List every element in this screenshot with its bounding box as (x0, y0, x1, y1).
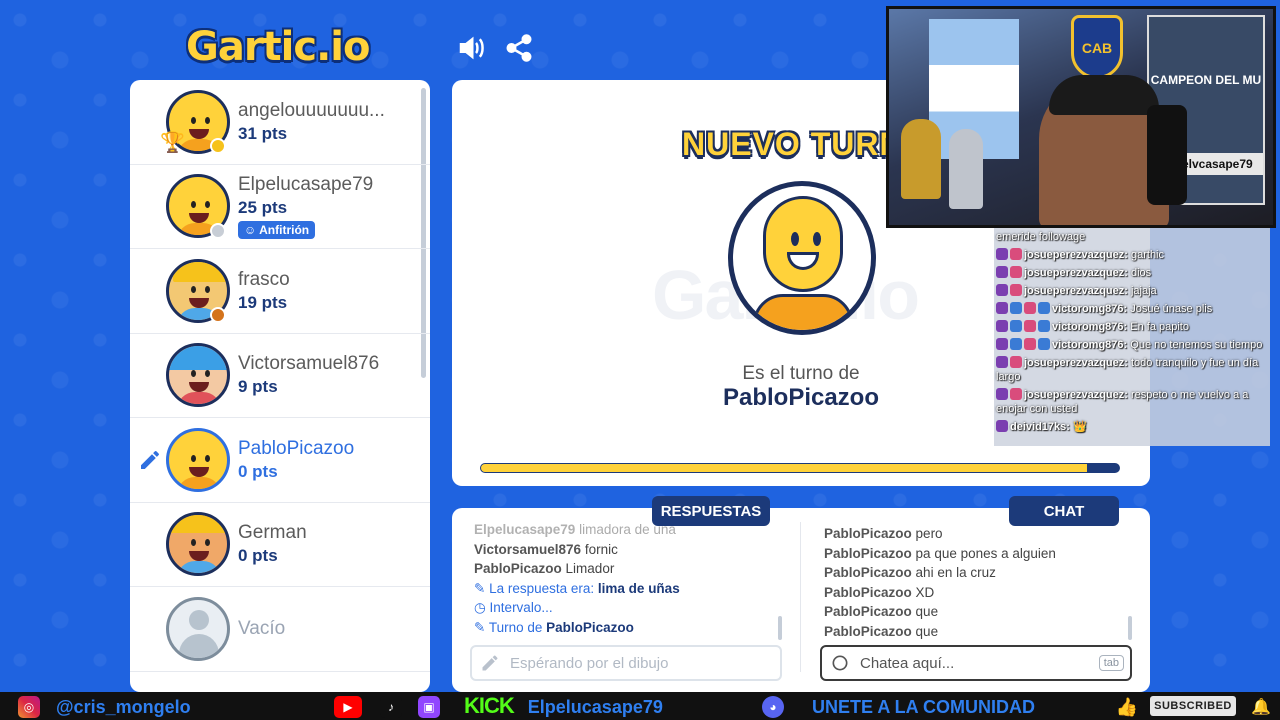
player-row[interactable]: Elpelucasape79 25 pts ☺ Anfitrión (130, 165, 430, 249)
player-row[interactable]: Victorsamuel876 9 pts (130, 334, 430, 418)
share-icon[interactable] (504, 33, 534, 63)
webcam-overlay: CAB CAMPEON DEL MU El Pelvcasape79 (886, 6, 1276, 228)
player-name: German (238, 522, 307, 544)
kick-username: Elpelucasape79 (527, 697, 663, 717)
status-dot (210, 222, 226, 239)
stream-chat-line: josueperezvazquez: respeto o me vuelvo a… (996, 388, 1249, 415)
stream-chat-line: josueperezvazquez: dios (994, 264, 1270, 282)
system-message: ✎ Turno de PabloPicazoo (474, 619, 634, 635)
answers-list: Elpelucasape79 limadora de uña Victorsam… (474, 520, 784, 638)
stream-chat-line: victoromg876: Josué únase plis (994, 300, 1270, 318)
answer-input[interactable]: Espérando por el dibujo (470, 645, 782, 681)
clock-icon: ◷ (474, 600, 486, 616)
host-badge: ☺ Anfitrión (238, 220, 316, 239)
system-message: ✎ La respuesta era: lima de uñas (474, 580, 680, 596)
chat-input[interactable]: Chatea aquí... tab (820, 645, 1132, 681)
answers-scrollbar[interactable] (778, 616, 782, 640)
turn-player-avatar (728, 181, 876, 335)
divider (800, 522, 801, 672)
turn-progress-bar (480, 463, 1120, 473)
answers-chat-panel: Elpelucasape79 limadora de uña Victorsam… (452, 508, 1150, 692)
stream-chat-line: victoromg876: En fa papito (994, 318, 1270, 336)
gartic-logo[interactable]: Gartic.io (186, 24, 370, 70)
player-row[interactable]: 🏆 angelouuuuuuu... 31 pts (130, 80, 430, 165)
stream-chat-line: josueperezvazquez: todo tranquilo y fue … (996, 356, 1259, 383)
player-points: 19 pts (238, 292, 288, 312)
empty-avatar-icon (166, 596, 230, 661)
trophy-icon: 🏆 (160, 132, 185, 154)
player-name: Elpelucasape79 (238, 173, 374, 195)
progress-fill (481, 464, 1088, 472)
avatar (166, 427, 230, 492)
player-points: 9 pts (238, 377, 278, 397)
tab-chat[interactable]: CHAT (1009, 496, 1119, 526)
stream-chat-line: deivid17ks: 👑 (994, 418, 1270, 436)
player-row[interactable]: frasco 19 pts (130, 249, 430, 334)
player-name: Vacío (238, 617, 286, 639)
list-item: PabloPicazoo que (824, 623, 939, 639)
player-points: 0 pts (238, 461, 278, 481)
pencil-icon (480, 653, 500, 673)
list-item: PabloPicazoo pero (824, 526, 943, 541)
pencil-icon: ✎ (474, 580, 486, 596)
stream-chat-line: victoromg876: Que no tenemos su tiempo (994, 336, 1270, 354)
list-item: PabloPicazoo ahi en la cruz (824, 565, 996, 581)
avatar (166, 343, 230, 408)
streamer-hair (1049, 75, 1159, 115)
player-name: PabloPicazoo (238, 437, 355, 459)
system-message: ◷ Intervalo... (474, 600, 553, 616)
status-dot (210, 307, 226, 323)
avatar (166, 512, 230, 577)
instagram-icon: ◎ (18, 696, 40, 718)
list-item: PabloPicazoo que (824, 604, 939, 620)
trophy-decor (949, 129, 983, 209)
twitch-icon: ▣ (418, 696, 440, 718)
thumbs-up-icon: 👍 (1115, 696, 1139, 717)
player-name: angelouuuuuuu... (238, 99, 385, 121)
player-row-empty[interactable]: Vacío (130, 587, 430, 672)
trophy-decor (901, 119, 941, 199)
player-row[interactable]: German 0 pts (130, 503, 430, 587)
tab-key-hint: tab (1098, 655, 1124, 671)
kick-icon: KICK (464, 693, 515, 718)
list-item: PabloPicazoo XD (824, 584, 935, 600)
chat-list: PabloPicazoo pero PabloPicazoo pa que po… (824, 524, 1134, 642)
status-dot (210, 138, 226, 154)
stream-chat-line: josueperezvazquez: jajaja (994, 282, 1270, 300)
chat-scrollbar[interactable] (1128, 616, 1132, 640)
subscribed-button[interactable]: SUBSCRIBED (1150, 696, 1236, 716)
player-points: 25 pts (238, 197, 288, 217)
stream-chat-line: josueperezvazquez: garthic (994, 246, 1270, 264)
player-points: 0 pts (238, 546, 278, 566)
list-item: PabloPicazoo Limador (474, 561, 615, 577)
stream-chat-line: emeride followage (996, 231, 1086, 243)
pencil-icon: ✎ (474, 619, 486, 635)
discord-cta: UNETE A LA COMUNIDAD (812, 696, 1035, 717)
club-crest: CAB (1071, 15, 1123, 79)
pencil-icon (138, 448, 162, 472)
chat-placeholder: Chatea aquí... (860, 654, 955, 672)
speaker-icon[interactable] (456, 33, 486, 63)
list-item: Victorsamuel876 fornic (474, 541, 618, 557)
tiktok-icon: ♪ (380, 696, 402, 718)
players-panel: 🏆 angelouuuuuuu... 31 pts Elpelucasape79 2… (130, 80, 430, 692)
microphone-icon (1147, 105, 1187, 205)
instagram-handle: @cris_mongelo (56, 696, 191, 717)
stream-social-bar: ◎ @cris_mongelo ▶ ♪ ▣ KICK Elpelucasape7… (0, 692, 1280, 720)
stream-chat-overlay: emeride followage josueperezvazquez: gar… (994, 228, 1270, 446)
discord-icon: ◕ (762, 696, 784, 718)
bell-icon: 🔔 (1251, 699, 1271, 716)
player-row-drawing[interactable]: PabloPicazoo 0 pts (130, 418, 430, 503)
answer-placeholder: Espérando por el dibujo (510, 654, 669, 672)
player-name: Victorsamuel876 (238, 353, 380, 375)
player-name: frasco (238, 268, 290, 290)
chat-bubble-icon (830, 653, 850, 673)
player-points: 31 pts (238, 123, 288, 143)
tab-answers[interactable]: RESPUESTAS (652, 496, 770, 526)
youtube-icon: ▶ (334, 696, 362, 718)
list-item: PabloPicazoo pa que pones a alguien (824, 545, 1056, 561)
